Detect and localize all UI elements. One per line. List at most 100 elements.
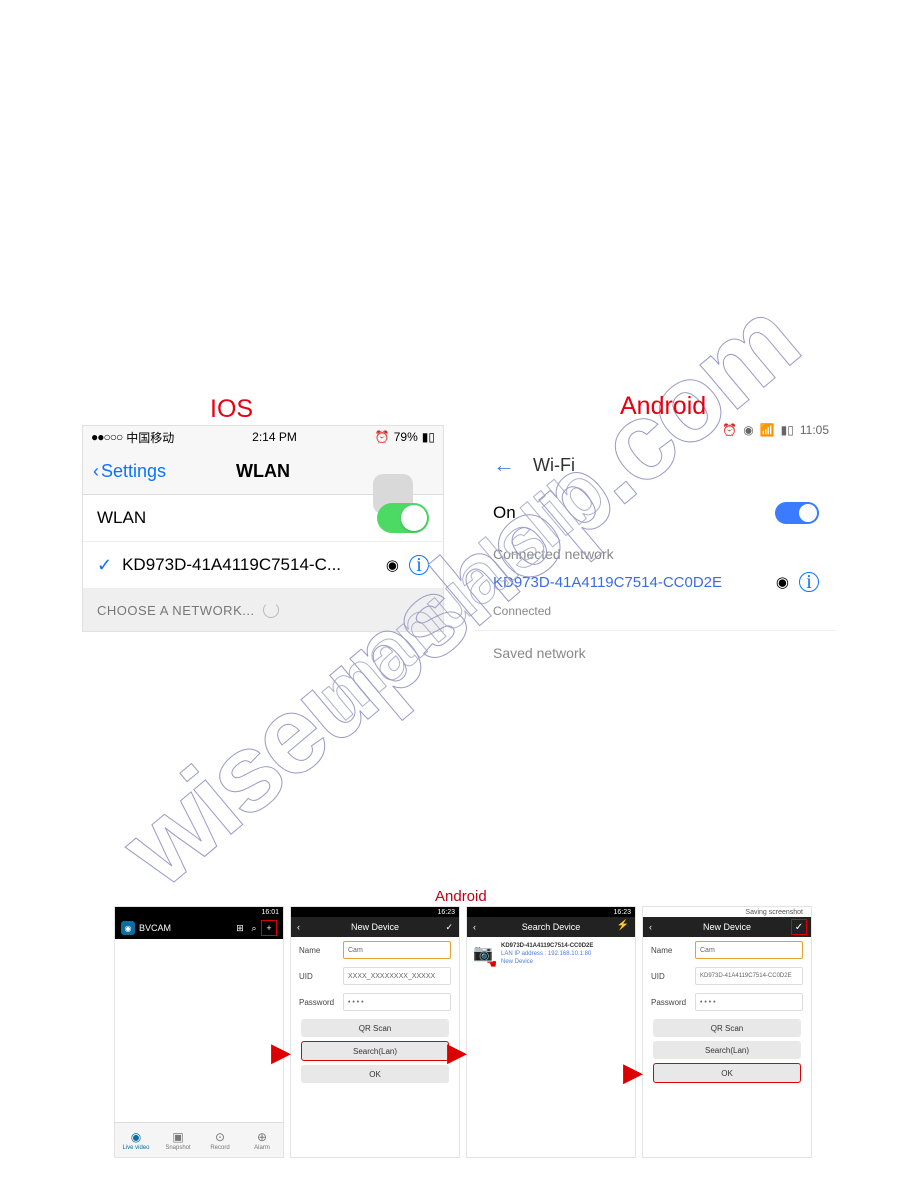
wifi-icon: ◉ — [743, 423, 753, 437]
connected-network-row[interactable]: KD973D-41A4119C7514-CC0D2E ◉ i — [475, 566, 837, 604]
alarm-icon: ⊕ — [257, 1130, 267, 1144]
ios-status-bar: ●●○○○ 中国移动 2:14 PM ⏰ 79% ▮▯ — [83, 426, 443, 448]
wlan-label: WLAN — [97, 508, 377, 528]
network-row[interactable]: ✓ KD973D-41A4119C7514-C... ︎◉ i — [83, 542, 443, 589]
back-button[interactable]: ‹Settings — [93, 461, 166, 482]
back-arrow-icon[interactable]: ← — [493, 452, 515, 478]
spinner-icon — [263, 602, 279, 618]
on-label: On — [493, 503, 516, 523]
tap-hand-icon: ☚ — [486, 957, 497, 971]
android-status-bar: ⏰ ◉ 📶 ▮▯ 11:05 — [475, 420, 837, 440]
info-icon[interactable]: i — [409, 555, 429, 575]
battery-pct: 79% — [394, 430, 418, 444]
arrow-icon: ▶ — [271, 1037, 291, 1068]
chevron-left-icon: ‹ — [93, 461, 99, 482]
ios-heading: IOS — [210, 395, 253, 424]
phone-2: 16:23 ‹ New Device ✓ NameCam UIDXXXX_XXX… — [290, 906, 460, 1158]
ok-button[interactable]: OK — [653, 1063, 801, 1083]
phone-1: 16:01 ◉ BVCAM ⊞ ⌕ + ◉Live video ▣Snapsho… — [114, 906, 284, 1158]
signal-dots-icon: ●●○○○ — [91, 430, 122, 444]
ios-time: 2:14 PM — [252, 430, 297, 444]
bottom-screenshot-row: 16:01 ◉ BVCAM ⊞ ⌕ + ◉Live video ▣Snapsho… — [114, 906, 812, 1158]
password-label: Password — [651, 998, 689, 1007]
time: 16:23 — [437, 909, 455, 916]
titlebar: ‹ New Device ✓ — [291, 917, 459, 937]
app-logo-icon: ◉ — [121, 921, 135, 935]
ios-screenshot: ●●○○○中国移动 2:14 PM ⏰79%▮▯ ‹Settings WLAN … — [82, 425, 444, 632]
camera-thumb-icon: 📷☚ — [473, 943, 495, 965]
android-time: 11:05 — [800, 423, 829, 437]
nav-label: Live video — [122, 1145, 149, 1151]
back-icon[interactable]: ‹ — [473, 922, 476, 932]
uid-label: UID — [651, 972, 689, 981]
back-icon[interactable]: ‹ — [297, 922, 300, 932]
nav-label: Snapshot — [165, 1145, 190, 1151]
saved-header: Saved network — [475, 630, 837, 665]
network-name: KD973D-41A4119C7514-C... — [122, 555, 386, 575]
qr-scan-button[interactable]: QR Scan — [653, 1019, 801, 1037]
wifi-toggle[interactable] — [775, 502, 819, 524]
wifi-icon: ︎◉ — [386, 556, 399, 574]
back-icon[interactable]: ‹ — [649, 922, 652, 932]
arrow-icon: ▶ — [447, 1037, 467, 1068]
connected-status: Connected — [475, 604, 837, 630]
wlan-toggle[interactable] — [377, 503, 429, 533]
wifi-on-row[interactable]: On — [475, 490, 837, 536]
password-field[interactable]: • • • • — [343, 993, 451, 1011]
password-label: Password — [299, 998, 337, 1007]
choose-network-header: CHOOSE A NETWORK... — [83, 589, 443, 631]
camera-icon: ◉ — [131, 1130, 141, 1144]
name-field[interactable]: Cam — [343, 941, 451, 959]
wifi-title: Wi-Fi — [533, 455, 575, 476]
uid-label: UID — [299, 972, 337, 981]
qr-scan-button[interactable]: QR Scan — [301, 1019, 449, 1037]
name-field[interactable]: Cam — [695, 941, 803, 959]
nav-live[interactable]: ◉Live video — [115, 1123, 157, 1157]
search-lan-button[interactable]: Search(Lan) — [301, 1041, 449, 1061]
phone-4: Saving screenshot ‹ New Device ✓ NameCam… — [642, 906, 812, 1158]
nav-record[interactable]: ⊙Record — [199, 1123, 241, 1157]
confirm-icon[interactable]: ✓ — [445, 922, 453, 933]
flash-icon[interactable]: ⚡ — [617, 920, 629, 931]
device-id: KD973D-41A4119C7514-CC0D2E — [501, 943, 593, 951]
uid-field[interactable]: KD973D-41A4119C7514-CC0D2E — [695, 967, 803, 985]
status-bar: 16:23 — [467, 907, 635, 917]
wifi-icon: ◉ — [776, 573, 789, 591]
uid-field[interactable]: XXXX_XXXXXXXX_XXXXX — [343, 967, 451, 985]
titlebar: ‹ New Device ✓ — [643, 917, 811, 937]
ios-nav-title: WLAN — [236, 461, 290, 482]
bvcam-titlebar: ◉ BVCAM ⊞ ⌕ + — [115, 917, 283, 939]
android-bottom-heading: Android — [435, 888, 487, 905]
alarm-icon: ⏰ — [722, 423, 737, 437]
record-icon: ⊙ — [215, 1130, 225, 1144]
carrier-name: 中国移动 — [126, 429, 174, 446]
add-button[interactable]: + — [261, 920, 277, 936]
nav-snapshot[interactable]: ▣Snapshot — [157, 1123, 199, 1157]
status-bar: 16:01 — [115, 907, 283, 917]
info-icon[interactable]: i — [799, 572, 819, 592]
bottom-nav: ◉Live video ▣Snapshot ⊙Record ⊕Alarm — [115, 1122, 283, 1157]
wifi-header-row: ← Wi-Fi — [475, 440, 837, 490]
signal-icon: 📶 — [760, 423, 775, 437]
title: Search Device — [522, 922, 581, 932]
time: 16:01 — [261, 909, 279, 916]
choose-label: CHOOSE A NETWORK... — [97, 603, 255, 618]
device-result[interactable]: 📷☚ KD973D-41A4119C7514-CC0D2E LAN IP add… — [467, 937, 635, 972]
confirm-button[interactable]: ✓ — [791, 919, 807, 935]
grid-icon[interactable]: ⊞ — [233, 923, 247, 934]
battery-icon: ▮▯ — [422, 430, 435, 444]
connected-header: Connected network — [475, 536, 837, 566]
status-bar: 16:23 — [291, 907, 459, 917]
nav-label: Alarm — [254, 1145, 270, 1151]
ok-button[interactable]: OK — [301, 1065, 449, 1083]
device-status: New Device — [501, 959, 593, 967]
nav-alarm[interactable]: ⊕Alarm — [241, 1123, 283, 1157]
search-lan-button[interactable]: Search(Lan) — [653, 1041, 801, 1059]
password-field[interactable]: • • • • — [695, 993, 803, 1011]
status-bar: Saving screenshot — [643, 907, 811, 917]
search-icon[interactable]: ⌕ — [247, 923, 261, 934]
nav-label: Record — [210, 1145, 229, 1151]
phone-3: 16:23 ‹ Search Device ⚡ 📷☚ KD973D-41A411… — [466, 906, 636, 1158]
alarm-icon: ⏰ — [375, 430, 390, 444]
app-title: BVCAM — [139, 923, 233, 933]
